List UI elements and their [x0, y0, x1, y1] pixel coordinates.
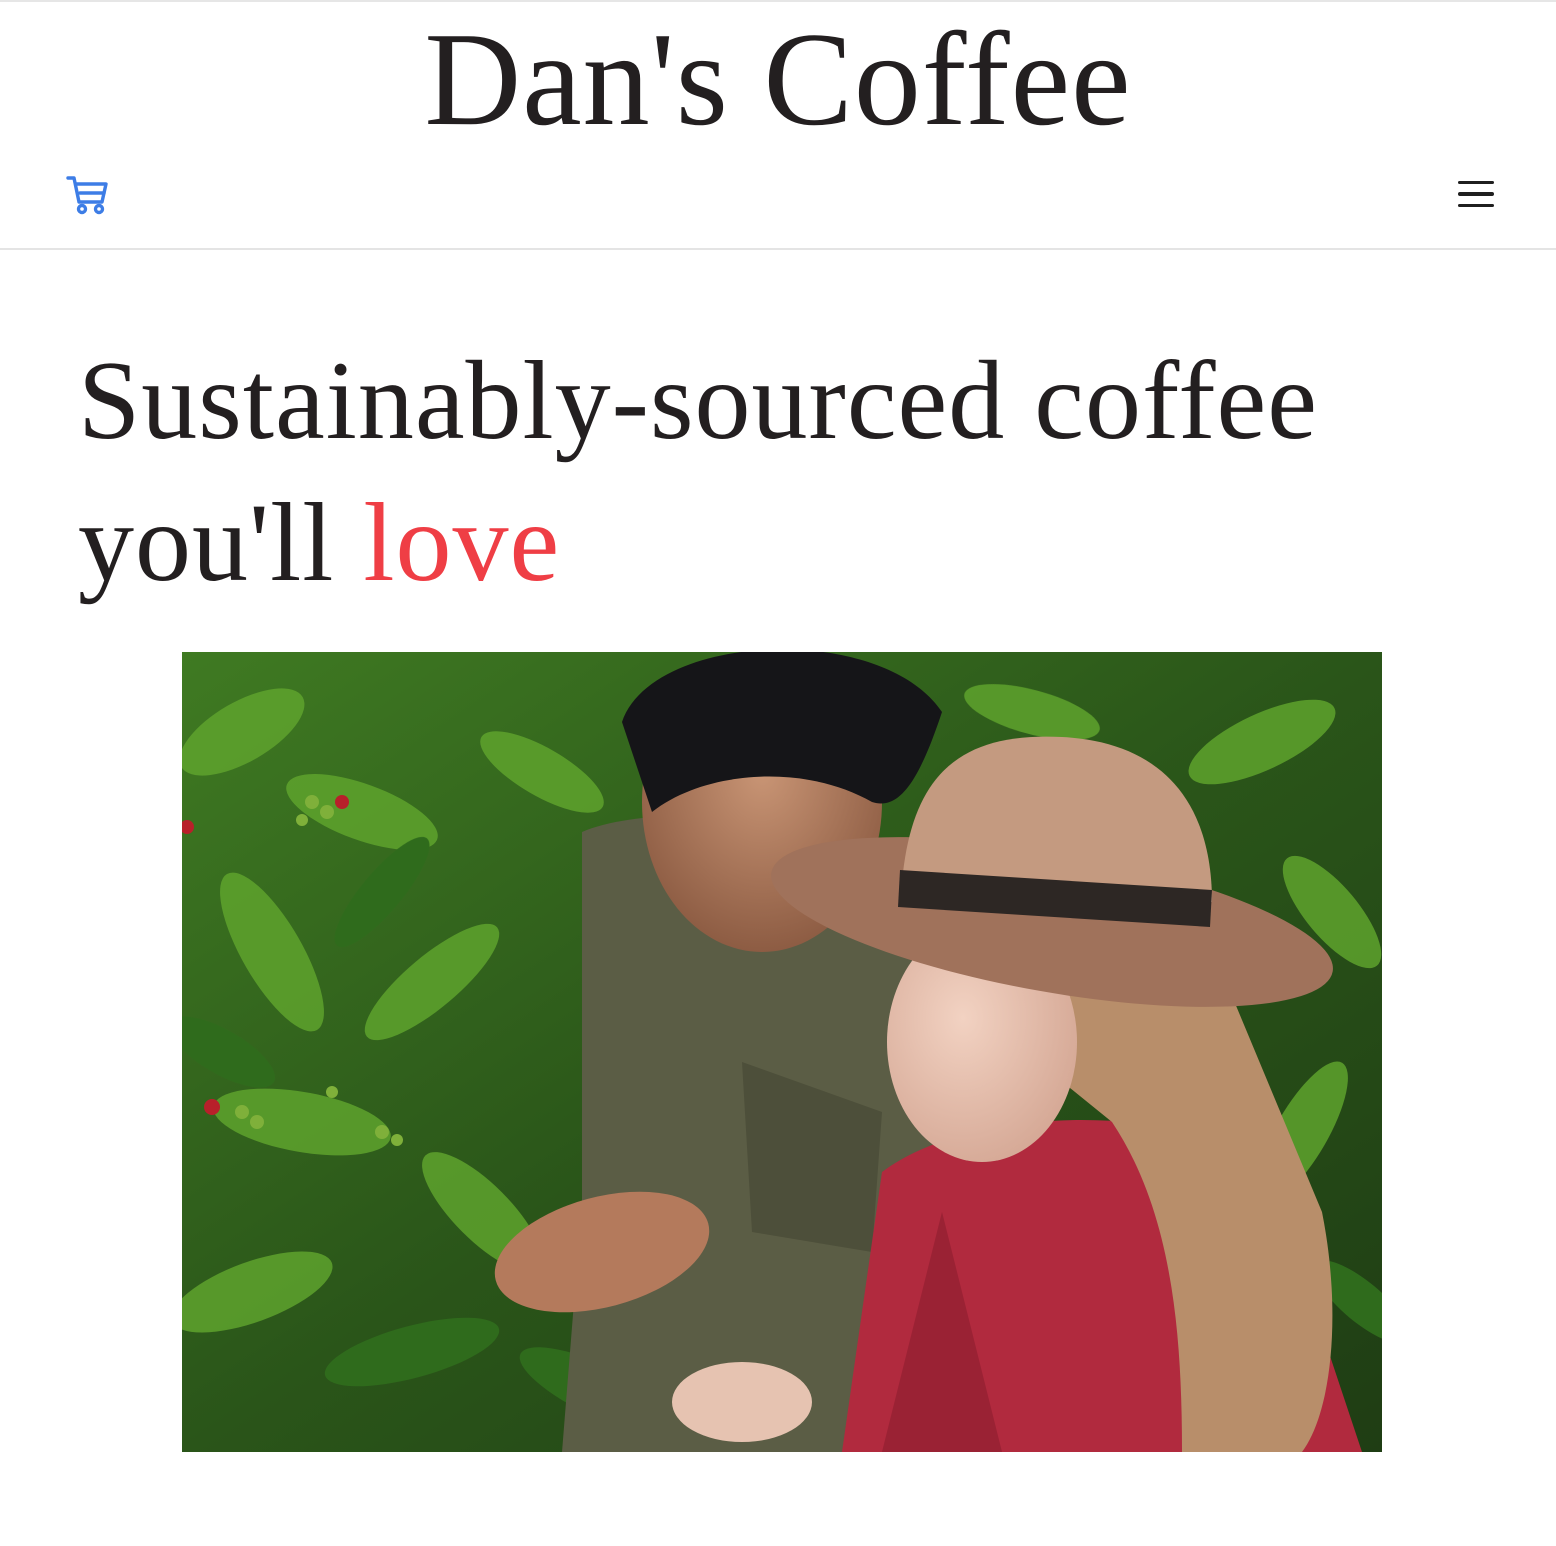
shopping-cart-icon	[66, 176, 108, 215]
hero-image	[182, 652, 1382, 1452]
hero-headline: Sustainably-sourced coffee you'll love	[78, 330, 1498, 614]
site-header: Dan's Coffee	[0, 0, 1556, 250]
photo-coffee-farmers	[182, 652, 1382, 1452]
hero-headline-accent: love	[363, 481, 561, 605]
cart-button[interactable]	[64, 172, 112, 218]
menu-bar	[1458, 192, 1494, 196]
hamburger-menu-icon	[1458, 180, 1494, 185]
menu-bar	[1458, 203, 1494, 208]
hero-headline-text: Sustainably-sourced coffee you'll	[78, 339, 1318, 605]
site-title[interactable]: Dan's Coffee	[0, 4, 1556, 154]
hamburger-menu-button[interactable]	[1452, 172, 1500, 216]
